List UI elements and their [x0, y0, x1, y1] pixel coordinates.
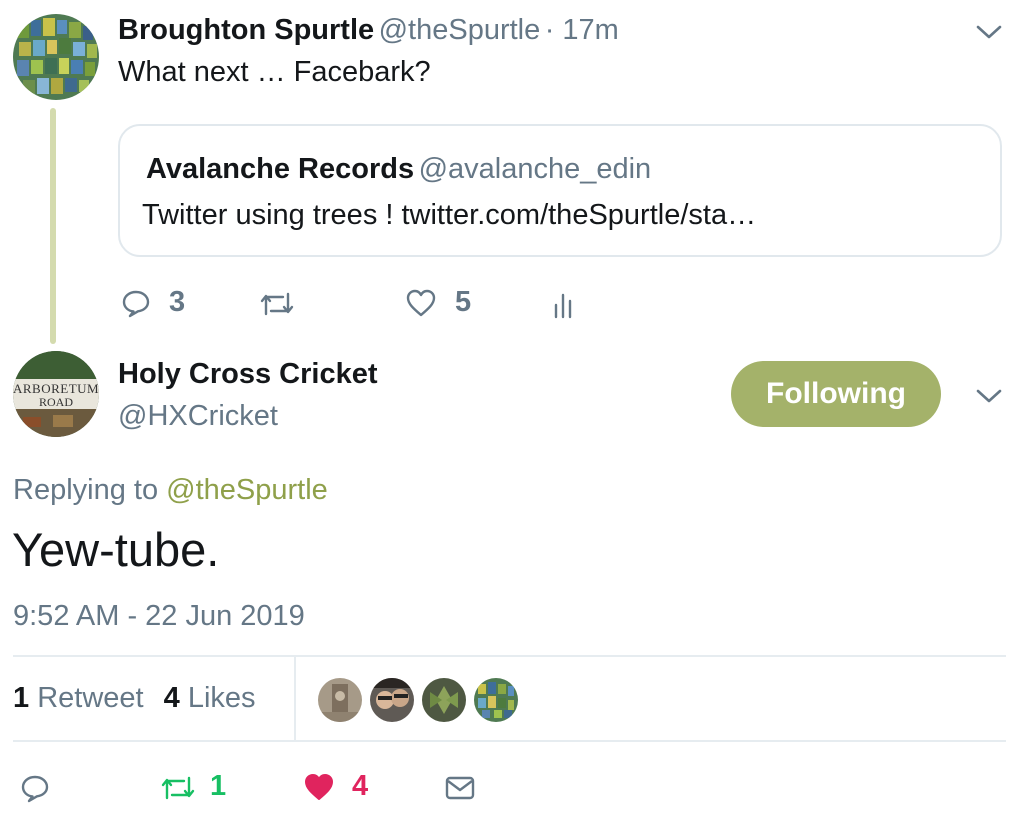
replying-to-handle[interactable]: @theSpurtle: [166, 474, 328, 506]
main-display-name[interactable]: Holy Cross Cricket: [118, 356, 378, 392]
parent-like-count: 5: [455, 286, 472, 318]
chevron-down-icon[interactable]: [975, 386, 1003, 406]
like-stat-count[interactable]: 4: [164, 682, 180, 714]
retweet-icon[interactable]: [259, 290, 295, 318]
tweet-timestamp[interactable]: 9:52 AM - 22 Jun 2019: [13, 598, 305, 634]
replying-to-label: Replying to: [13, 474, 159, 506]
quoted-tweet-card[interactable]: Avalanche Records @avalanche_edin Twitte…: [118, 124, 1002, 257]
parent-display-name[interactable]: Broughton Spurtle: [118, 14, 374, 46]
main-avatar[interactable]: ARBORETUM ROAD: [13, 351, 99, 437]
divider: [13, 740, 1006, 742]
retweet-stat-label[interactable]: Retweet: [37, 682, 143, 714]
analytics-icon[interactable]: [553, 291, 573, 319]
retweet-icon[interactable]: [160, 774, 196, 802]
avatar-sign-line2: ROAD: [39, 395, 74, 409]
retweet-stat-count[interactable]: 1: [13, 682, 29, 714]
parent-avatar[interactable]: [13, 14, 99, 100]
main-tweet-text: Yew-tube.: [12, 523, 220, 576]
following-button[interactable]: Following: [731, 361, 941, 427]
divider: [13, 655, 1006, 657]
quoted-handle: @avalanche_edin: [418, 153, 652, 185]
chevron-down-icon[interactable]: [975, 22, 1003, 42]
liker-avatar[interactable]: [474, 678, 518, 722]
liker-avatar[interactable]: [318, 678, 362, 722]
retweet-action-count: 1: [210, 770, 227, 802]
quoted-text: Twitter using trees ! twitter.com/theSpu…: [142, 199, 757, 231]
stats-separator: [294, 657, 296, 741]
reply-icon[interactable]: [121, 288, 151, 318]
heart-icon[interactable]: [303, 772, 335, 802]
envelope-icon[interactable]: [444, 775, 476, 801]
reply-icon[interactable]: [20, 773, 50, 803]
parent-reply-count: 3: [169, 286, 186, 318]
parent-handle[interactable]: @theSpurtle: [379, 14, 541, 46]
like-action-count: 4: [352, 770, 369, 802]
thread-line: [50, 108, 56, 344]
quoted-display-name: Avalanche Records: [146, 153, 415, 185]
parent-tweet-text: What next … Facebark?: [118, 56, 431, 88]
heart-icon[interactable]: [405, 288, 437, 318]
parent-time[interactable]: · 17m: [545, 14, 619, 46]
liker-avatar[interactable]: [370, 678, 414, 722]
like-stat-label[interactable]: Likes: [188, 682, 256, 714]
main-handle[interactable]: @HXCricket: [118, 398, 278, 434]
liker-avatar[interactable]: [422, 678, 466, 722]
